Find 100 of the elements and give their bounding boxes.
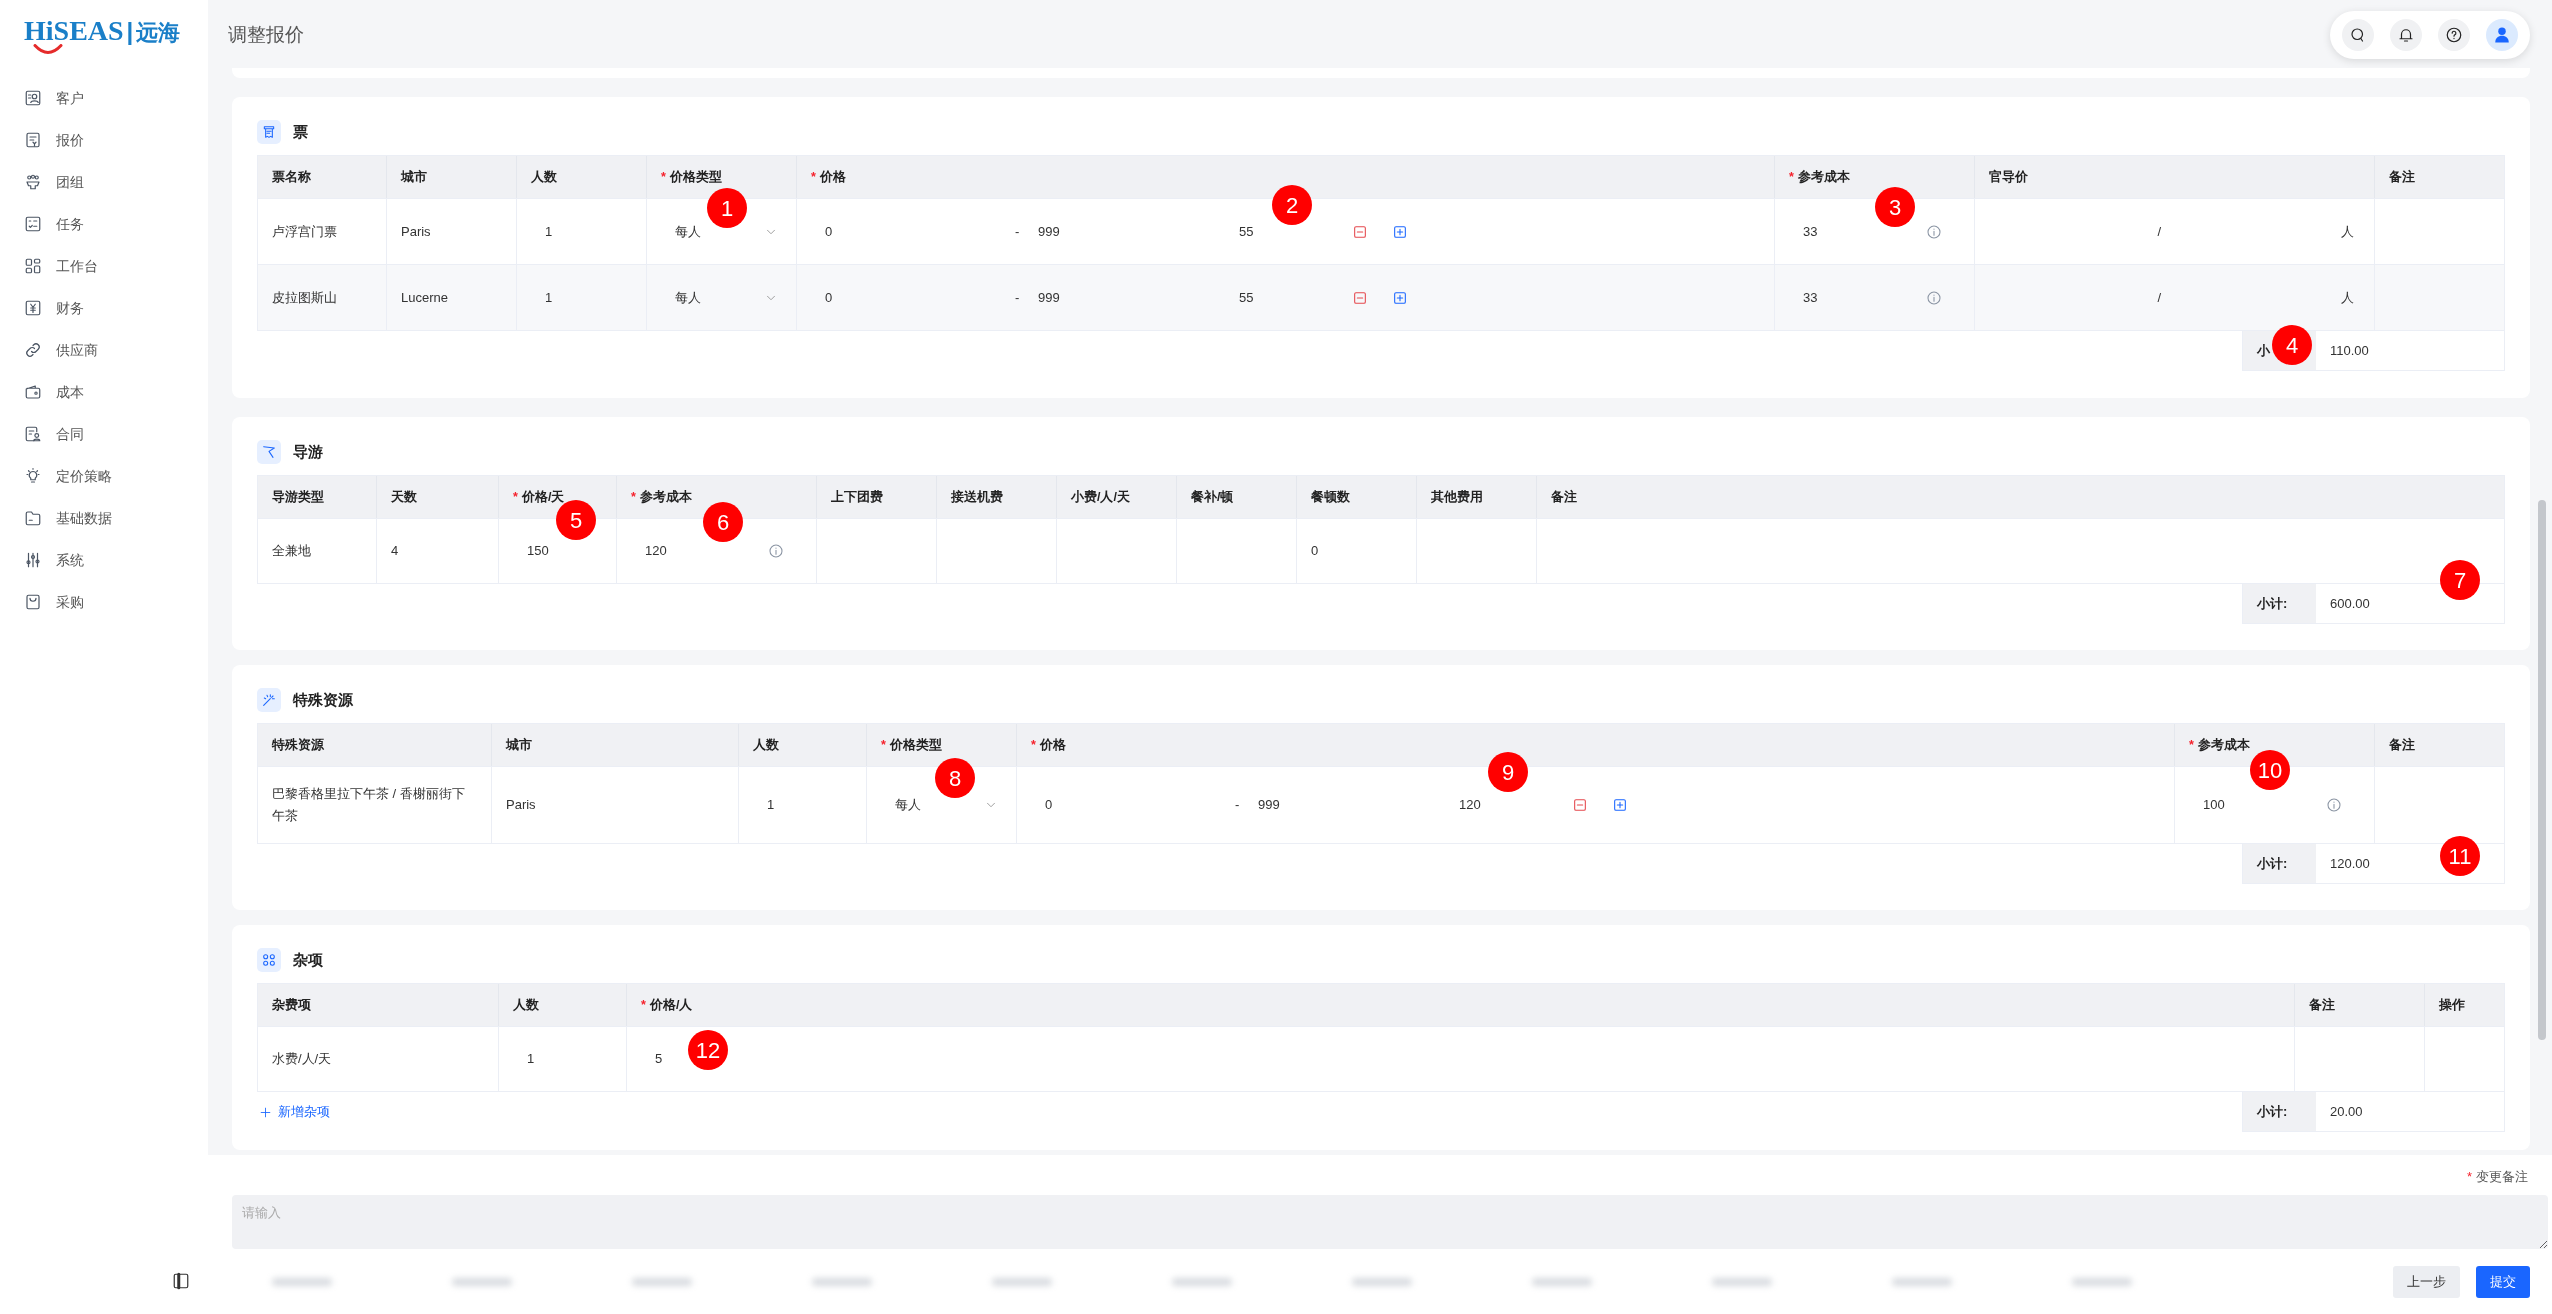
sidebar-item[interactable]: 工作台	[22, 250, 106, 282]
table-cell-text: Lucerne	[401, 288, 448, 307]
section-title: 特殊资源	[293, 689, 353, 710]
price-from-field[interactable]: 0	[825, 221, 1015, 242]
add-button[interactable]	[1612, 797, 1628, 813]
price-to-field[interactable]: 999	[1038, 287, 1239, 308]
required-mark: *	[2189, 737, 2194, 752]
contract-icon	[24, 425, 42, 443]
search-button[interactable]	[2342, 19, 2374, 51]
remove-button[interactable]	[1572, 797, 1588, 813]
sidebar-item[interactable]: 定价策略	[22, 460, 120, 492]
price-from-field[interactable]: 0	[825, 287, 1015, 308]
price-to-field[interactable]: 999	[1258, 795, 1459, 815]
yen-icon	[24, 299, 42, 317]
price-field[interactable]: 55	[1239, 287, 1352, 308]
info-icon	[1926, 223, 1942, 240]
sidebar-item[interactable]: 客户	[22, 82, 92, 114]
add-button[interactable]	[1392, 223, 1408, 240]
notification-button[interactable]	[2390, 19, 2422, 51]
plus-icon	[259, 1105, 272, 1119]
back-button[interactable]: 上一步	[2393, 1266, 2460, 1298]
logo-divider: |	[126, 17, 134, 47]
sidebar-item[interactable]: 成本	[22, 376, 92, 408]
plus-icon	[1392, 223, 1408, 240]
sliders-icon	[24, 551, 42, 569]
help-icon	[2445, 26, 2463, 44]
table-cell-text: 1	[545, 222, 553, 241]
sidebar-item[interactable]: 报价	[22, 124, 92, 156]
sidebar-toggle-icon	[172, 1272, 190, 1290]
submit-button[interactable]: 提交	[2476, 1266, 2530, 1298]
price-type-select[interactable]: 每人	[661, 287, 782, 308]
info-icon	[768, 543, 784, 559]
sidebar-item[interactable]: 财务	[22, 292, 92, 324]
column-header: 杂费项	[271, 996, 312, 1014]
table-cell-text: 1	[767, 796, 775, 815]
table-cell-text: Paris	[506, 796, 536, 814]
folder-icon	[24, 509, 42, 527]
sidebar-item[interactable]: 合同	[22, 418, 92, 450]
sidebar-item[interactable]: 团组	[22, 166, 92, 198]
scrollbar-thumb[interactable]	[2538, 500, 2546, 1040]
sidebar-item[interactable]: 采购	[22, 586, 92, 618]
cost-field[interactable]: 33	[1803, 287, 1818, 308]
cost-field[interactable]: 100	[2203, 795, 2225, 815]
brand-name: HiSEAS	[24, 15, 124, 47]
table-cell-text: 4	[391, 542, 399, 560]
sidebar-item[interactable]: 供应商	[22, 334, 106, 366]
brand-subtitle: 远海	[136, 18, 181, 47]
remove-button[interactable]	[1352, 223, 1368, 240]
remark-field[interactable]: 请输入	[232, 1195, 2548, 1249]
info-icon	[2326, 797, 2342, 813]
remove-button[interactable]	[1352, 289, 1368, 306]
price-from-field[interactable]: 0	[1045, 795, 1235, 815]
help-button[interactable]	[2438, 19, 2470, 51]
subtotal-value: 110.00	[2330, 341, 2369, 360]
cost-field[interactable]: 33	[1803, 221, 1818, 242]
subtotal-label: 小计:	[2243, 1092, 2316, 1131]
range-separator: -	[1235, 796, 1241, 815]
required-mark: *	[513, 489, 518, 504]
page-title: 调整报价	[228, 22, 304, 47]
add-button[interactable]	[1392, 289, 1408, 306]
sidebar-item[interactable]: 系统	[22, 544, 92, 576]
document-icon	[24, 131, 42, 149]
table-cell-text: 5	[655, 1050, 663, 1069]
range-separator: -	[1015, 288, 1021, 307]
table-cell-text: 150	[527, 542, 549, 561]
required-mark: *	[1789, 169, 1794, 184]
subtotal-value: 20.00	[2330, 1102, 2363, 1121]
required-mark: *	[641, 997, 646, 1012]
user-card-icon	[24, 89, 42, 107]
minus-icon	[1352, 223, 1368, 240]
subtotal-value: 120.00	[2330, 854, 2370, 873]
price-field[interactable]: 120	[1459, 795, 1572, 815]
info-icon	[1926, 289, 1942, 306]
sidebar-item[interactable]: 基础数据	[22, 502, 120, 534]
table-cell-text: 全兼地	[272, 542, 311, 560]
price-to-field[interactable]: 999	[1038, 221, 1239, 242]
cost-field[interactable]: 120	[645, 541, 667, 561]
grid-icon	[24, 257, 42, 275]
minus-icon	[1352, 289, 1368, 306]
column-header: 特殊资源	[271, 736, 325, 754]
minus-icon	[1572, 797, 1588, 813]
price-type-select[interactable]: 每人	[881, 795, 1002, 815]
table-cell-text: 卢浮宫门票	[272, 222, 337, 241]
column-header: 票名称	[271, 168, 312, 186]
section-title: 票	[293, 121, 308, 142]
link-icon	[24, 341, 42, 359]
bulb-icon	[24, 467, 42, 485]
remark-label: * 变更备注	[2466, 1168, 2528, 1186]
table-cell-text: 1	[545, 288, 553, 307]
unit-label: 人	[2341, 288, 2354, 307]
table-cell-text: 巴黎香格里拉下午茶 / 香榭丽街下午茶	[272, 785, 466, 825]
sidebar-item[interactable]: 任务	[22, 208, 92, 240]
plus-icon	[1392, 289, 1408, 306]
table-cell-text: 1	[527, 1050, 535, 1069]
people-icon	[24, 173, 42, 191]
table-cell-text: 水费/人/天	[272, 1050, 332, 1068]
user-avatar-button[interactable]	[2486, 19, 2518, 51]
subtotal-label: 小计:	[2243, 844, 2316, 883]
add-item-link[interactable]: 新增杂项	[259, 1102, 330, 1122]
subtotal-label: 小计:	[2243, 584, 2316, 623]
